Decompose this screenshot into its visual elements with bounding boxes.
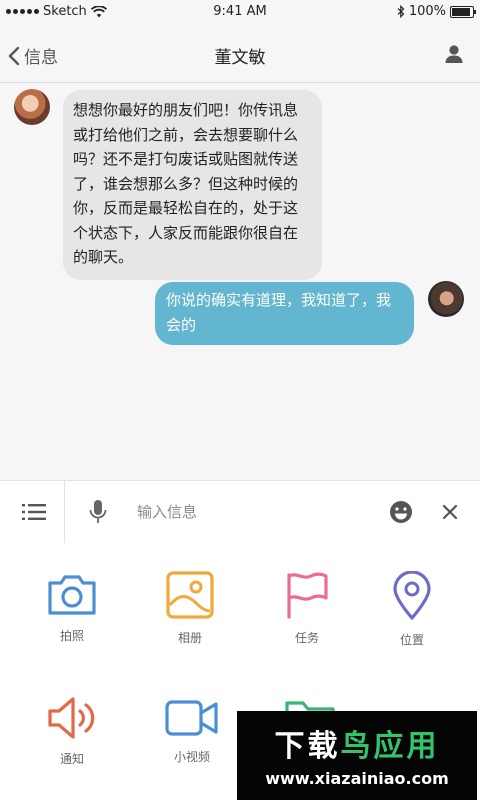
watermark: 下载鸟应用 www.xiazainiao.com xyxy=(237,711,477,800)
watermark-title-green: 鸟应用 xyxy=(340,729,440,764)
battery-fill xyxy=(452,7,470,16)
menu-list-icon[interactable] xyxy=(22,502,46,522)
message-input[interactable] xyxy=(125,495,389,529)
speaker-icon xyxy=(48,697,95,739)
nav-bar: 信息 董文敏 xyxy=(0,24,480,83)
camera-icon xyxy=(48,575,96,615)
watermark-title-white: 下载 xyxy=(274,729,341,764)
task-button[interactable]: 任务 xyxy=(252,571,362,646)
carrier-name: Sketch xyxy=(43,4,87,19)
battery-percentage: 100% xyxy=(408,4,446,19)
status-right: 100% xyxy=(397,4,476,19)
location-label: 位置 xyxy=(399,633,424,647)
incoming-message[interactable]: 想想你最好的朋友们吧！你传讯息或打给他们之前，会去想要聊什么吗？还不是打句废话或… xyxy=(63,90,322,280)
watermark-title: 下载鸟应用 xyxy=(237,721,477,765)
input-divider xyxy=(64,481,65,543)
input-bar xyxy=(0,480,480,544)
notice-button[interactable]: 通知 xyxy=(17,696,127,767)
page-title: 董文敏 xyxy=(214,48,266,68)
signal-dots-icon xyxy=(6,9,39,14)
chat-area[interactable]: 想想你最好的朋友们吧！你传讯息或打给他们之前，会去想要聊什么吗？还不是打句废话或… xyxy=(0,83,480,480)
album-button[interactable]: 相册 xyxy=(135,571,245,646)
wifi-icon xyxy=(90,5,107,17)
status-left: Sketch xyxy=(6,4,107,19)
album-icon xyxy=(166,571,214,619)
camera-label: 拍照 xyxy=(59,629,84,643)
bluetooth-icon xyxy=(397,5,405,18)
location-button[interactable]: 位置 xyxy=(357,571,467,648)
chevron-left-icon xyxy=(8,46,20,65)
close-icon[interactable] xyxy=(441,503,459,521)
microphone-icon[interactable] xyxy=(88,499,108,525)
battery-icon xyxy=(450,5,476,18)
emoji-icon[interactable] xyxy=(389,500,413,524)
task-label: 任务 xyxy=(294,631,319,645)
status-bar: Sketch 9:41 AM 100% xyxy=(0,0,480,24)
video-button[interactable]: 小视频 xyxy=(137,698,247,765)
outgoing-message[interactable]: 你说的确实有道理，我知道了，我会的 xyxy=(155,282,414,345)
watermark-url: www.xiazainiao.com xyxy=(265,769,449,788)
back-label: 信息 xyxy=(24,48,58,68)
notice-label: 通知 xyxy=(59,752,84,766)
back-button[interactable]: 信息 xyxy=(8,43,58,68)
video-label: 小视频 xyxy=(173,750,210,764)
location-icon xyxy=(393,571,431,620)
flag-icon xyxy=(287,572,328,619)
contact-profile-icon[interactable] xyxy=(442,42,466,66)
video-icon xyxy=(165,700,218,736)
album-label: 相册 xyxy=(177,631,202,645)
contact-avatar[interactable] xyxy=(14,89,50,125)
user-avatar[interactable] xyxy=(428,281,464,317)
camera-button[interactable]: 拍照 xyxy=(17,573,127,644)
